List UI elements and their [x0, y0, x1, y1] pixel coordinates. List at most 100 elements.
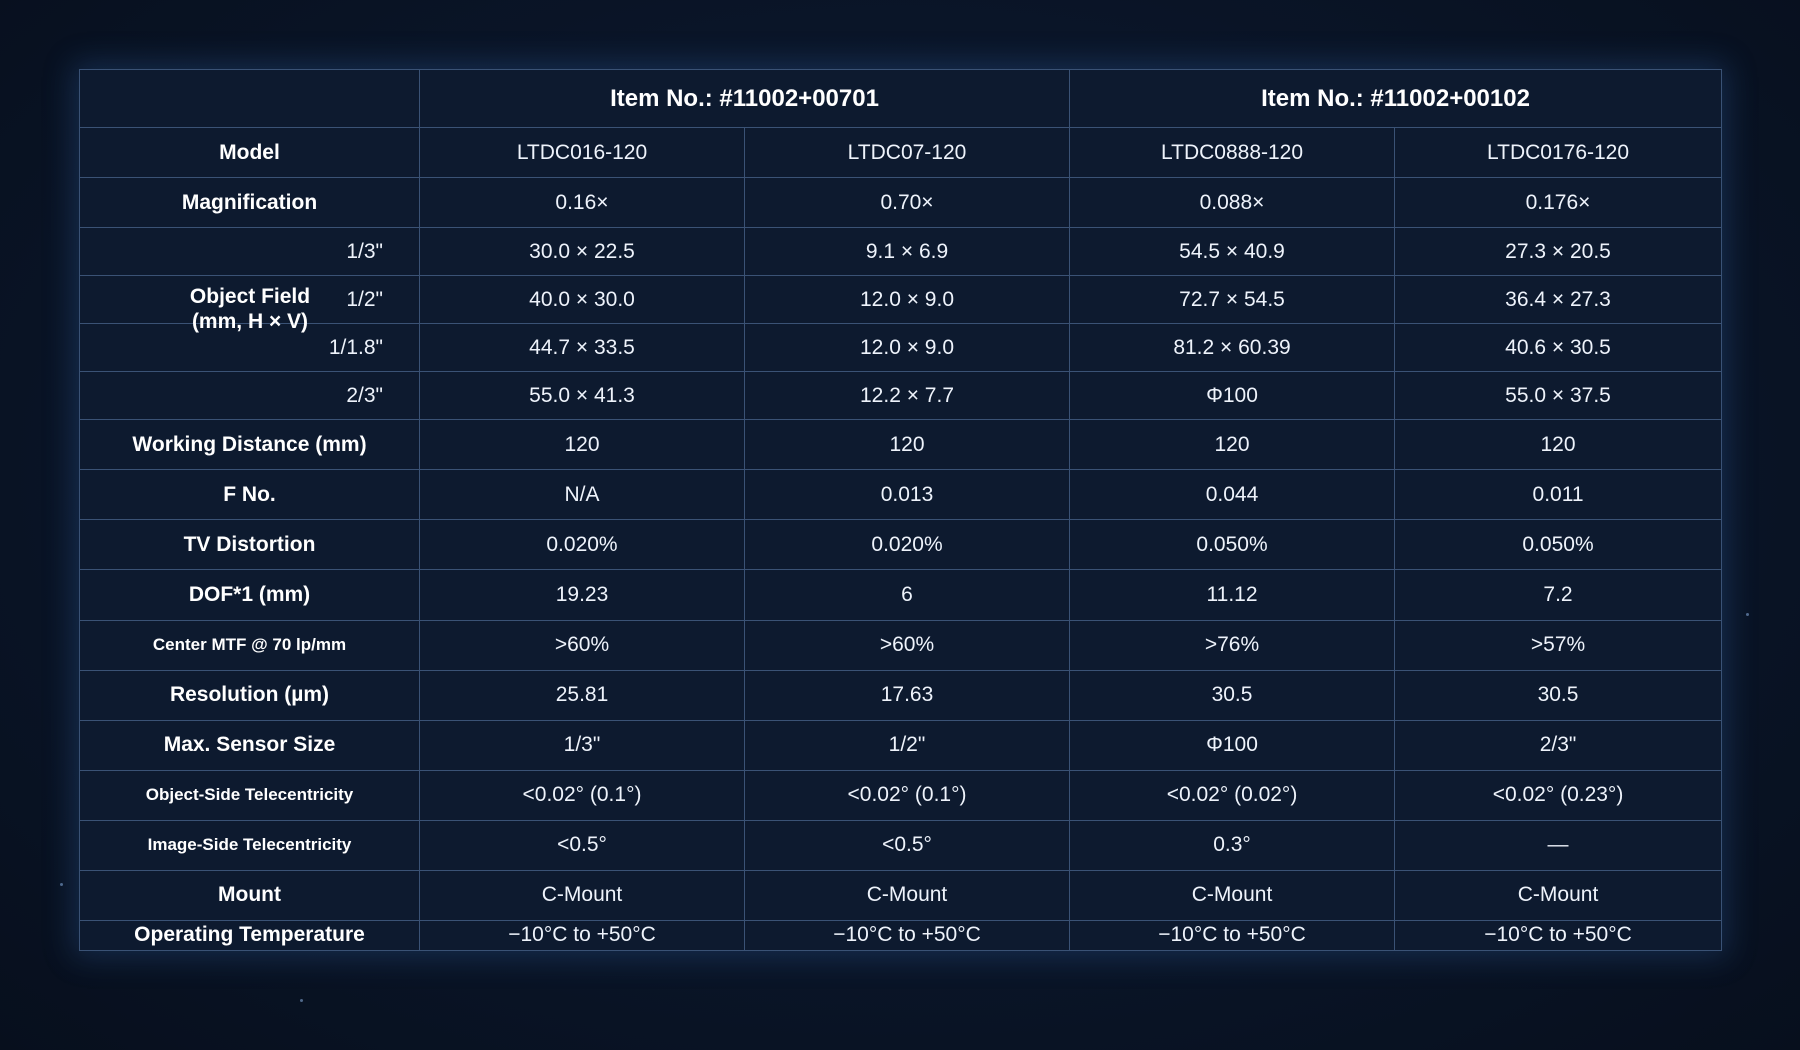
cell-value: 9.1 × 6.9 — [743, 227, 1071, 277]
cell-value: >60% — [743, 619, 1071, 671]
row-label: Model — [79, 127, 420, 179]
row-label: Mount — [79, 869, 420, 921]
row-label: Center MTF @ 70 lp/mm — [79, 619, 420, 671]
row-resolution: Resolution (µm) 25.81 17.63 30.5 30.5 — [79, 669, 1723, 721]
cell-value: 0.050% — [1394, 519, 1723, 571]
cell-value: 12.0 × 9.0 — [743, 323, 1071, 373]
background-star — [300, 999, 303, 1002]
row-mount: Mount C-Mount C-Mount C-Mount C-Mount — [79, 869, 1723, 921]
cell-value: 72.7 × 54.5 — [1069, 275, 1396, 325]
cell-value: Φ100 — [1069, 719, 1396, 771]
cell-value: — — [1394, 819, 1723, 871]
cell-value: 0.3° — [1069, 819, 1396, 871]
row-object-field-2: Object Field (mm, H × V) 1/2" 40.0 × 30.… — [79, 275, 1723, 333]
cell-value: 27.3 × 20.5 — [1394, 227, 1723, 277]
row-max-sensor: Max. Sensor Size 1/3" 1/2" Φ100 2/3" — [79, 719, 1723, 771]
background-star — [1746, 613, 1749, 616]
cell-value: C-Mount — [1069, 869, 1396, 921]
object-field-label-line2: (mm, H × V) — [191, 310, 309, 334]
cell-value: LTDC016-120 — [419, 127, 745, 179]
cell-value: 2/3" — [1394, 719, 1723, 771]
cell-value: 40.0 × 30.0 — [419, 275, 745, 325]
cell-value: <0.02° (0.23°) — [1394, 769, 1723, 821]
row-label: F No. — [79, 469, 420, 521]
object-field-size-cell: 1/3" — [79, 227, 420, 277]
cell-value: 36.4 × 27.3 — [1394, 275, 1723, 325]
cell-value: C-Mount — [743, 869, 1071, 921]
cell-value: 1/3" — [419, 719, 745, 771]
row-object-telecentricity: Object-Side Telecentricity <0.02° (0.1°)… — [79, 769, 1723, 821]
cell-value: <0.5° — [419, 819, 745, 871]
cell-value: <0.02° (0.1°) — [419, 769, 745, 821]
cell-value: 0.16× — [419, 177, 745, 229]
cell-value: 0.020% — [419, 519, 745, 571]
item-number-header: Item No.: #11002+00102 — [1069, 68, 1723, 129]
row-label: Image-Side Telecentricity — [79, 819, 420, 871]
row-operating-temperature: Operating Temperature −10°C to +50°C −10… — [79, 919, 1723, 952]
cell-value: 55.0 × 37.5 — [1394, 371, 1723, 421]
sensor-size-label: 1/3" — [346, 239, 383, 263]
cell-value: 40.6 × 30.5 — [1394, 323, 1723, 373]
cell-value: <0.02° (0.1°) — [743, 769, 1071, 821]
cell-value: 0.088× — [1069, 177, 1396, 229]
row-object-field-4: 2/3" 55.0 × 41.3 12.2 × 7.7 Φ100 55.0 × … — [79, 371, 1723, 421]
row-tv-distortion: TV Distortion 0.020% 0.020% 0.050% 0.050… — [79, 519, 1723, 571]
row-image-telecentricity: Image-Side Telecentricity <0.5° <0.5° 0.… — [79, 819, 1723, 871]
row-label: Resolution (µm) — [79, 669, 420, 721]
row-label: DOF*1 (mm) — [79, 569, 420, 621]
cell-value: 7.2 — [1394, 569, 1723, 621]
row-label: Operating Temperature — [79, 919, 420, 952]
cell-value: 19.23 — [419, 569, 745, 621]
cell-value: 0.70× — [743, 177, 1071, 229]
item-number-header: Item No.: #11002+00701 — [418, 68, 1071, 129]
cell-value: <0.02° (0.02°) — [1069, 769, 1396, 821]
cell-value: −10°C to +50°C — [743, 919, 1071, 952]
cell-value: 120 — [743, 419, 1071, 471]
object-field-size-cell: Object Field (mm, H × V) 1/2" — [79, 275, 420, 333]
sensor-size-label: 1/1.8" — [328, 335, 383, 359]
row-object-field-1: 1/3" 30.0 × 22.5 9.1 × 6.9 54.5 × 40.9 2… — [79, 227, 1723, 277]
cell-value: 12.0 × 9.0 — [743, 275, 1071, 325]
background-star — [60, 883, 63, 886]
cell-value: 30.0 × 22.5 — [419, 227, 745, 277]
row-label: Magnification — [79, 177, 420, 229]
object-field-label: Object Field (mm, H × V) — [80, 284, 420, 334]
cell-value: 17.63 — [743, 669, 1071, 721]
cell-value: 0.050% — [1069, 519, 1396, 571]
cell-value: 30.5 — [1394, 669, 1723, 721]
cell-value: >57% — [1394, 619, 1723, 671]
cell-value: C-Mount — [419, 869, 745, 921]
cell-value: 0.013 — [743, 469, 1071, 521]
sensor-size-label: 2/3" — [346, 383, 383, 407]
cell-value: 0.044 — [1069, 469, 1396, 521]
cell-value: 0.020% — [743, 519, 1071, 571]
row-f-no: F No. N/A 0.013 0.044 0.011 — [79, 469, 1723, 521]
row-magnification: Magnification 0.16× 0.70× 0.088× 0.176× — [79, 177, 1723, 229]
row-label: Working Distance (mm) — [79, 419, 420, 471]
object-field-size-cell: 2/3" — [79, 371, 420, 421]
cell-value: C-Mount — [1394, 869, 1723, 921]
header-row: Item No.: #11002+00701 Item No.: #11002+… — [79, 68, 1723, 129]
cell-value: 1/2" — [743, 719, 1071, 771]
row-label: TV Distortion — [79, 519, 420, 571]
cell-value: −10°C to +50°C — [1069, 919, 1396, 952]
cell-value: <0.5° — [743, 819, 1071, 871]
cell-value: Φ100 — [1069, 371, 1396, 421]
cell-value: >60% — [419, 619, 745, 671]
row-working-distance: Working Distance (mm) 120 120 120 120 — [79, 419, 1723, 471]
cell-value: −10°C to +50°C — [419, 919, 745, 952]
row-model: Model LTDC016-120 LTDC07-120 LTDC0888-12… — [79, 127, 1723, 179]
cell-value: N/A — [419, 469, 745, 521]
cell-value: 6 — [743, 569, 1071, 621]
cell-value: 12.2 × 7.7 — [743, 371, 1071, 421]
cell-value: 0.011 — [1394, 469, 1723, 521]
cell-value: LTDC0176-120 — [1394, 127, 1723, 179]
cell-value: 44.7 × 33.5 — [419, 323, 745, 373]
cell-value: LTDC0888-120 — [1069, 127, 1396, 179]
cell-value: 25.81 — [419, 669, 745, 721]
cell-value: 30.5 — [1069, 669, 1396, 721]
row-center-mtf: Center MTF @ 70 lp/mm >60% >60% >76% >57… — [79, 619, 1723, 671]
cell-value: 11.12 — [1069, 569, 1396, 621]
cell-value: 120 — [1394, 419, 1723, 471]
spec-table-container: Item No.: #11002+00701 Item No.: #11002+… — [79, 68, 1723, 952]
